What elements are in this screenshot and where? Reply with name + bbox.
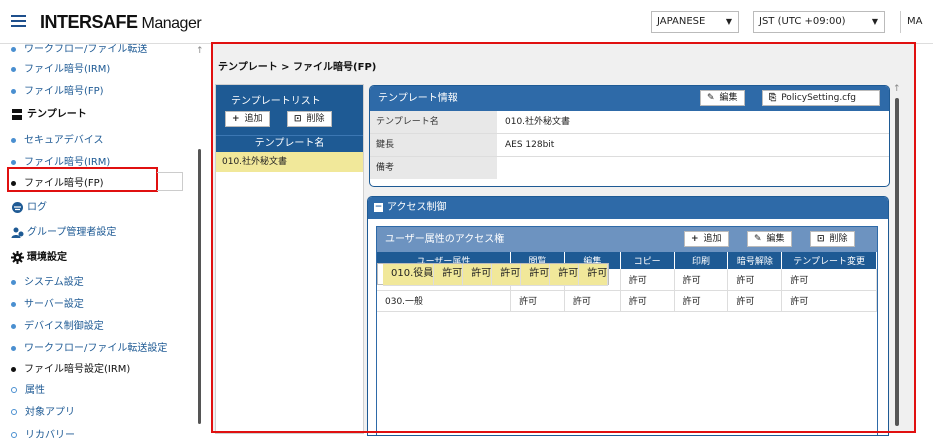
arrow-up-icon[interactable]: ↑ [196,46,204,56]
sidebar-item-workflow-settings[interactable]: ワークフロー/ファイル転送設定 [11,339,167,354]
plus-icon: + [232,114,240,124]
info-row-notes: 備考 [370,157,889,180]
menu-icon[interactable] [11,15,26,28]
add-template-button[interactable]: + 追加 [225,111,270,127]
template-info-card: テンプレート情報 ✎ 編集 ⎘ PolicySetting.cfg テンプレート名 0… [369,85,890,187]
access-control-header[interactable]: − アクセス制御 [368,197,888,219]
annotation-highlight [7,167,158,192]
template-name-column[interactable]: テンプレート名 [216,135,363,152]
gear-icon [11,250,24,264]
main-scrollbar[interactable]: ↑ [893,84,902,433]
sidebar-item-group-admin[interactable]: グループ管理者設定 [11,223,116,239]
top-bar: INTERSAFE Manager JAPANESE ▼ JST (UTC +09:… [0,0,933,44]
sidebar-scrollbar[interactable]: ↑ [196,44,204,439]
column-header[interactable]: コピー [620,252,675,269]
sidebar-item-extension [157,172,183,191]
plus-icon: + [691,234,699,244]
sidebar-item-template-irm[interactable]: ファイル暗号(IRM) [11,153,110,168]
policy-file-button[interactable]: ⎘ PolicySetting.cfg [762,90,880,106]
column-header[interactable]: テンプレート変更 [781,252,877,269]
chevron-down-icon: ▼ [725,17,732,26]
add-access-button[interactable]: + 追加 [684,231,729,247]
template-list-title: テンプレートリスト [231,96,321,107]
arrow-up-icon[interactable]: ↑ [893,84,901,94]
collapse-icon[interactable]: − [374,202,383,212]
sidebar-section-env[interactable]: 環境設定 [11,248,67,264]
sidebar-subitem-recovery[interactable]: リカバリー [11,426,75,439]
access-control-section: − アクセス制御 ユーザー属性のアクセス権 + 追加 ✎ 編集 ⊡ 削除 ユーザー属性 … [367,196,889,436]
trash-icon: ⊡ [294,114,302,124]
sidebar: ワークフロー/ファイル転送 ファイル暗号(IRM) ファイル暗号(FP) テンプ… [0,44,210,439]
group-icon [11,227,24,238]
delete-template-button[interactable]: ⊡ 削除 [287,111,332,127]
pencil-icon: ✎ [754,234,762,244]
sidebar-item-fp[interactable]: ファイル暗号(FP) [11,82,104,97]
info-row-name: テンプレート名 010.社外秘文書 [370,111,889,134]
sidebar-item-secure-device[interactable]: セキュアデバイス [11,131,104,146]
template-info-title: テンプレート情報 [378,93,458,104]
sidebar-item-device-control[interactable]: デバイス制御設定 [11,317,104,332]
trash-icon: ⊡ [817,234,825,244]
chevron-down-icon: ▼ [871,17,878,26]
access-rights-title: ユーザー属性のアクセス権 [385,234,505,245]
sidebar-item-log[interactable]: ログ [11,198,47,214]
file-icon: ⎘ [769,93,777,103]
sidebar-item-system[interactable]: システム設定 [11,273,84,288]
column-header[interactable]: 暗号解除 [727,252,783,269]
breadcrumb: テンプレート > ファイル暗号(FP) [218,62,377,73]
delete-access-button[interactable]: ⊡ 削除 [810,231,855,247]
access-rights-panel: ユーザー属性のアクセス権 + 追加 ✎ 編集 ⊡ 削除 ユーザー属性 閲覧 編集 コピ… [376,226,878,435]
sidebar-subitem-attribute[interactable]: 属性 [11,381,45,396]
sidebar-item-irm-settings[interactable]: ファイル暗号設定(IRM) [11,360,130,375]
edit-template-button[interactable]: ✎ 編集 [700,90,745,106]
info-row-keylength: 鍵長 AES 128bit [370,134,889,157]
user-menu[interactable]: MA [900,11,922,33]
template-icon [12,108,22,120]
template-row[interactable]: 010.社外秘文書 [216,152,363,172]
sidebar-subitem-target-app[interactable]: 対象アプリ [11,403,75,418]
column-header[interactable]: 印刷 [674,252,729,269]
table-row[interactable]: 030.一般 許可 許可 許可 許可 許可 許可 [377,290,877,312]
app-logo: INTERSAFE Manager [40,12,202,32]
table-row[interactable]: 010.役員 許可 許可 許可 許可 許可 許可 [377,263,610,286]
sidebar-item-workflow-cut[interactable]: ワークフロー/ファイル転送 [11,44,147,55]
template-list-panel: テンプレートリスト + 追加 ⊡ 削除 テンプレート名 010.社外秘文書 [215,84,364,434]
language-select[interactable]: JAPANESE ▼ [651,11,739,33]
sidebar-section-template[interactable]: テンプレート [11,105,87,121]
sidebar-item-server[interactable]: サーバー設定 [11,295,84,310]
pencil-icon: ✎ [707,93,715,103]
timezone-select[interactable]: JST (UTC +09:00) ▼ [753,11,885,33]
sidebar-item-irm[interactable]: ファイル暗号(IRM) [11,60,110,75]
main-content: テンプレート > ファイル暗号(FP) テンプレートリスト + 追加 ⊡ 削除 テン… [211,44,915,436]
log-icon [12,201,23,213]
edit-access-button[interactable]: ✎ 編集 [747,231,792,247]
access-table: ユーザー属性 閲覧 編集 コピー 印刷 暗号解除 テンプレート変更 010.役員… [377,252,877,312]
